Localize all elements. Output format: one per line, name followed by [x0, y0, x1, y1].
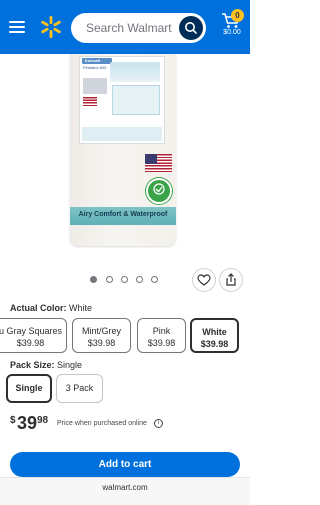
product-image[interactable]: Kolcraft Pediatric 800 Airy Comfort & Wa… [70, 54, 176, 246]
search-icon [185, 22, 197, 34]
cart-total: $0.00 [223, 29, 241, 36]
price-currency: $ [10, 415, 16, 426]
price-whole: 39 [17, 413, 38, 433]
walmart-spark-icon[interactable] [39, 15, 63, 39]
tag-footer [82, 127, 162, 141]
brand-label: Kolcraft [82, 58, 112, 64]
mattress-image: Kolcraft Pediatric 800 Airy Comfort & Wa… [70, 54, 176, 246]
browser-url-bar[interactable]: walmart.com [0, 477, 250, 505]
size-option-single[interactable]: Single [6, 374, 52, 403]
mattress-thumbnail [83, 78, 107, 94]
carousel-dot[interactable] [90, 276, 97, 283]
cart-count-badge: 0 [231, 9, 244, 22]
carousel-dot[interactable] [151, 276, 158, 283]
cart-button[interactable]: 0 $0.00 [219, 9, 245, 44]
color-option-mint-grey[interactable]: Mint/Grey $39.98 [72, 318, 131, 353]
share-button[interactable] [219, 268, 243, 292]
carousel-dot[interactable] [106, 276, 113, 283]
header-bar: Search Walmart 0 $0.00 [0, 0, 250, 54]
color-option-gray-squares[interactable]: u Gray Squares $39.98 [0, 318, 67, 353]
heart-icon [197, 274, 211, 286]
carousel-dot[interactable] [136, 276, 143, 283]
price-note: Price when purchased online [57, 420, 147, 427]
info-icon[interactable]: i [154, 419, 163, 428]
favorite-button[interactable] [192, 268, 216, 292]
color-value: White [69, 303, 93, 313]
color-label-row: Actual Color: White [10, 303, 92, 313]
carousel-dot[interactable] [121, 276, 128, 283]
hamburger-icon[interactable] [9, 19, 27, 35]
search-button[interactable] [179, 16, 203, 40]
model-label: Pediatric 800 [83, 65, 107, 70]
feature-panel [112, 85, 160, 115]
baby-photo [110, 62, 160, 82]
size-option-3-pack[interactable]: 3 Pack [56, 374, 103, 403]
color-label: Actual Color: [10, 303, 67, 313]
add-to-cart-button[interactable]: Add to cart [10, 452, 240, 477]
size-value: Single [57, 360, 83, 370]
color-option-pink[interactable]: Pink $39.98 [137, 318, 186, 353]
image-banner-text: Airy Comfort & Waterproof [78, 211, 168, 218]
size-label-row: Pack Size: Single [10, 360, 82, 370]
url-text: walmart.com [102, 483, 148, 492]
product-page: Search Walmart 0 $0.00 Kolcraft Pediatri… [0, 0, 250, 505]
image-banner: Airy Comfort & Waterproof [70, 207, 176, 225]
product-tag: Kolcraft Pediatric 800 [79, 56, 165, 144]
us-flag-icon [145, 154, 172, 172]
share-icon [226, 273, 236, 286]
size-label: Pack Size: [10, 360, 55, 370]
search-input[interactable]: Search Walmart [71, 13, 206, 43]
greenguard-badge-icon [146, 178, 172, 204]
search-placeholder: Search Walmart [86, 21, 172, 35]
price-cents: 98 [37, 415, 49, 426]
image-carousel-dots [90, 276, 170, 284]
small-flag-icon [83, 97, 97, 106]
color-option-white[interactable]: White $39.98 [190, 318, 239, 353]
